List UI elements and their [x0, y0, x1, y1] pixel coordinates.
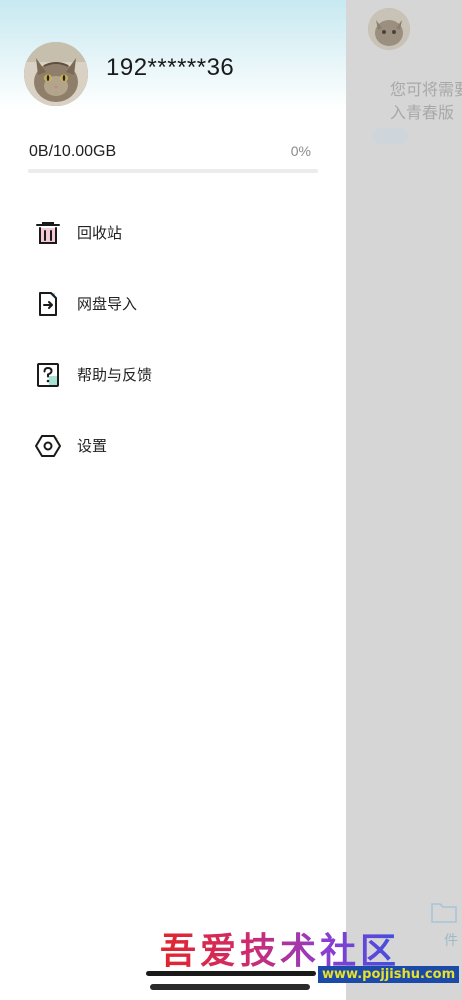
menu-item-recycle-bin[interactable]: 回收站: [0, 197, 346, 268]
background-pill: [372, 128, 408, 144]
menu-item-label: 回收站: [77, 224, 123, 242]
settings-hex-icon: [33, 431, 63, 461]
menu-item-label: 设置: [77, 437, 108, 455]
background-hint-text: 您可将需要 入青春版: [390, 80, 462, 122]
file-import-icon: [33, 289, 63, 319]
menu-item-help-feedback[interactable]: 帮助与反馈: [0, 339, 346, 410]
home-indicator-shadow: [150, 984, 310, 990]
home-indicator[interactable]: [146, 971, 316, 976]
storage-percent-label: 0%: [290, 143, 311, 159]
side-drawer: 192******36 0B/10.00GB 0% 回收站 网盘导入 帮助与反馈…: [0, 0, 346, 1000]
folder-icon: [430, 900, 458, 924]
background-file-tab-label: 件: [444, 933, 458, 949]
menu-item-label: 网盘导入: [77, 295, 138, 313]
help-icon: [33, 360, 63, 390]
username: 192******36: [106, 54, 235, 81]
avatar[interactable]: [24, 42, 88, 106]
menu-item-settings[interactable]: 设置: [0, 410, 346, 481]
watermark-url: www.pojjishu.com: [318, 966, 460, 983]
menu-item-label: 帮助与反馈: [77, 366, 153, 384]
trash-icon: [33, 218, 63, 248]
storage-progress-bar: [28, 169, 318, 173]
storage-used-label: 0B/10.00GB: [29, 143, 117, 160]
background-avatar: [368, 8, 410, 50]
menu-item-cloud-import[interactable]: 网盘导入: [0, 268, 346, 339]
